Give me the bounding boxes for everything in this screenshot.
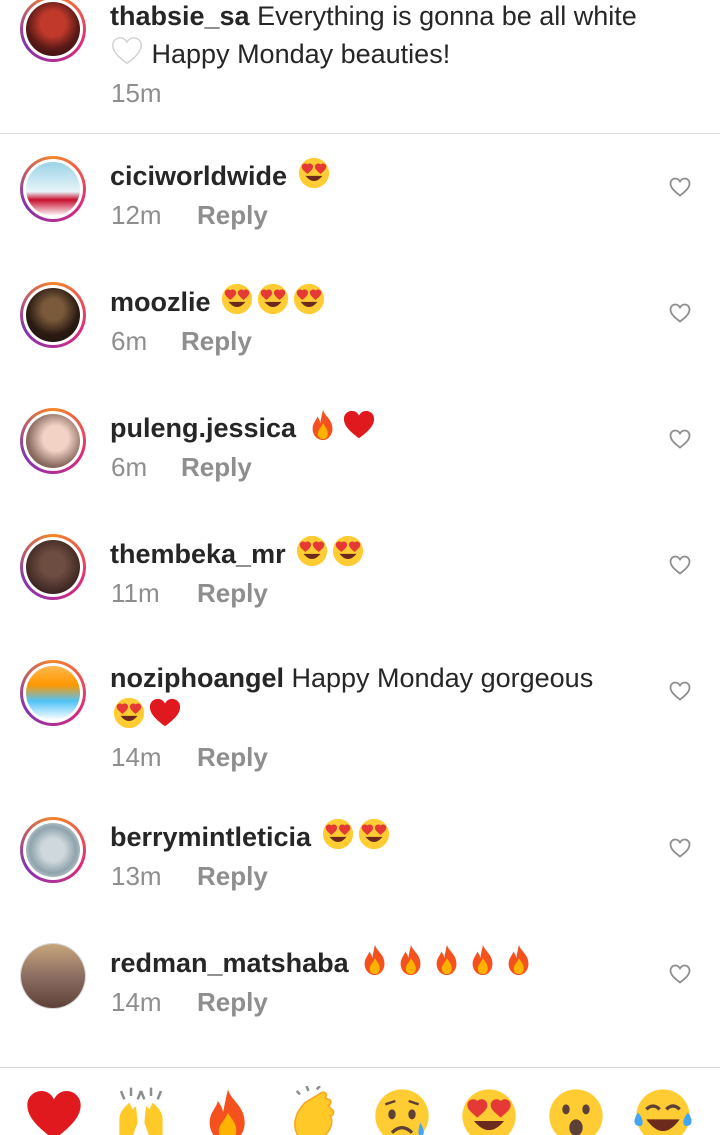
heart-eyes-icon (321, 817, 355, 851)
red-heart-icon (148, 696, 182, 730)
reaction-raising-hands-icon[interactable] (111, 1086, 171, 1135)
comment-time: 14m (111, 987, 162, 1017)
reaction-sad-sweat-icon[interactable] (372, 1086, 432, 1135)
reaction-heart-eyes-icon[interactable] (459, 1086, 519, 1135)
avatar[interactable] (20, 534, 86, 600)
comment-text: noziphoangel Happy Monday gorgeous (110, 660, 650, 734)
avatar[interactable] (20, 156, 86, 222)
reaction-open-mouth-icon[interactable] (546, 1086, 606, 1135)
comment-text: puleng.jessica (110, 408, 650, 446)
comment-username[interactable]: redman_matshaba (110, 948, 349, 978)
like-heart-icon[interactable] (668, 175, 692, 199)
caption-time: 15m (111, 78, 162, 108)
comment-time: 11m (111, 578, 160, 608)
comment-meta: 6m Reply (111, 326, 252, 357)
comment-time: 6m (111, 452, 148, 482)
quick-reaction-bar (0, 1067, 720, 1135)
comment-row: berrymintleticia 13m Reply (0, 817, 720, 927)
comment-text: thembeka_mr (110, 534, 650, 572)
caption-text: thabsie_sa Everything is gonna be all wh… (110, 0, 710, 72)
reply-button[interactable]: Reply (197, 861, 268, 891)
fire-icon (358, 943, 392, 977)
avatar-image (26, 823, 80, 877)
comment-time: 6m (111, 326, 148, 356)
comment-meta: 14m Reply (111, 987, 268, 1018)
like-heart-icon[interactable] (668, 836, 692, 860)
comment-text: moozlie (110, 282, 650, 320)
heart-eyes-icon (297, 156, 331, 190)
avatar[interactable] (20, 282, 86, 348)
comment-row: thembeka_mr 11m Reply (0, 534, 720, 644)
avatar-image (26, 2, 80, 56)
fire-icon (306, 408, 340, 442)
avatar[interactable] (20, 817, 86, 883)
reaction-clapping-hands-icon[interactable] (285, 1086, 345, 1135)
fire-icon (502, 943, 536, 977)
reaction-fire-icon[interactable] (198, 1086, 258, 1135)
avatar[interactable] (20, 660, 86, 726)
comment-meta: 13m Reply (111, 861, 268, 892)
heart-eyes-icon (256, 282, 290, 316)
heart-eyes-icon (295, 534, 329, 568)
avatar-image (26, 666, 80, 720)
avatar[interactable] (20, 943, 86, 1009)
like-heart-icon[interactable] (668, 553, 692, 577)
heart-eyes-icon (331, 534, 365, 568)
white-heart-icon (112, 37, 142, 65)
heart-eyes-icon (357, 817, 391, 851)
comment-time: 12m (111, 200, 162, 230)
fire-icon (394, 943, 428, 977)
like-heart-icon[interactable] (668, 679, 692, 703)
reaction-red-heart-icon[interactable] (24, 1086, 84, 1135)
comment-row: redman_matshaba 14m Reply (0, 943, 720, 1053)
comment-meta: 11m Reply (111, 578, 268, 609)
avatar-image (26, 288, 80, 342)
avatar-image (26, 162, 80, 216)
comment-username[interactable]: moozlie (110, 287, 211, 317)
comment-row: moozlie 6m Reply (0, 282, 720, 392)
comment-meta: 12m Reply (111, 200, 268, 231)
like-heart-icon[interactable] (668, 301, 692, 325)
avatar-image (26, 414, 80, 468)
comment-time: 13m (111, 861, 162, 891)
avatar[interactable] (20, 408, 86, 474)
comment-text: berrymintleticia (110, 817, 650, 855)
comment-meta: 6m Reply (111, 452, 252, 483)
heart-eyes-icon (292, 282, 326, 316)
reply-button[interactable]: Reply (197, 742, 268, 772)
like-heart-icon[interactable] (668, 427, 692, 451)
heart-eyes-icon (112, 696, 146, 730)
comment-time: 14m (111, 742, 162, 772)
like-heart-icon[interactable] (668, 962, 692, 986)
caption-username[interactable]: thabsie_sa (110, 1, 250, 31)
reply-button[interactable]: Reply (181, 452, 252, 482)
caption-line2: Happy Monday beauties! (151, 39, 451, 69)
comment-body: Happy Monday gorgeous (291, 663, 594, 693)
comment-username[interactable]: ciciworldwide (110, 161, 287, 191)
post-caption: thabsie_sa Everything is gonna be all wh… (0, 0, 720, 134)
comment-username[interactable]: berrymintleticia (110, 822, 311, 852)
reply-button[interactable]: Reply (197, 200, 268, 230)
red-heart-icon (342, 408, 376, 442)
avatar-image (26, 540, 80, 594)
fire-icon (466, 943, 500, 977)
comment-row: noziphoangel Happy Monday gorgeous 14m Rep… (0, 660, 720, 773)
reply-button[interactable]: Reply (181, 326, 252, 356)
caption-line1: Everything is gonna be all white (257, 1, 637, 31)
reaction-tears-of-joy-icon[interactable] (633, 1086, 693, 1135)
comment-text: ciciworldwide (110, 156, 650, 194)
comment-text: redman_matshaba (110, 943, 650, 981)
comment-username[interactable]: noziphoangel (110, 663, 284, 693)
caption-avatar[interactable] (20, 0, 86, 62)
comment-username[interactable]: puleng.jessica (110, 413, 296, 443)
reply-button[interactable]: Reply (197, 987, 268, 1017)
reply-button[interactable]: Reply (197, 578, 268, 608)
comment-row: ciciworldwide 12m Reply (0, 156, 720, 266)
heart-eyes-icon (220, 282, 254, 316)
avatar-image (21, 944, 85, 1008)
comment-username[interactable]: thembeka_mr (110, 539, 286, 569)
comment-meta: 14m Reply (111, 742, 268, 773)
comment-row: puleng.jessica 6m Reply (0, 408, 720, 518)
fire-icon (430, 943, 464, 977)
